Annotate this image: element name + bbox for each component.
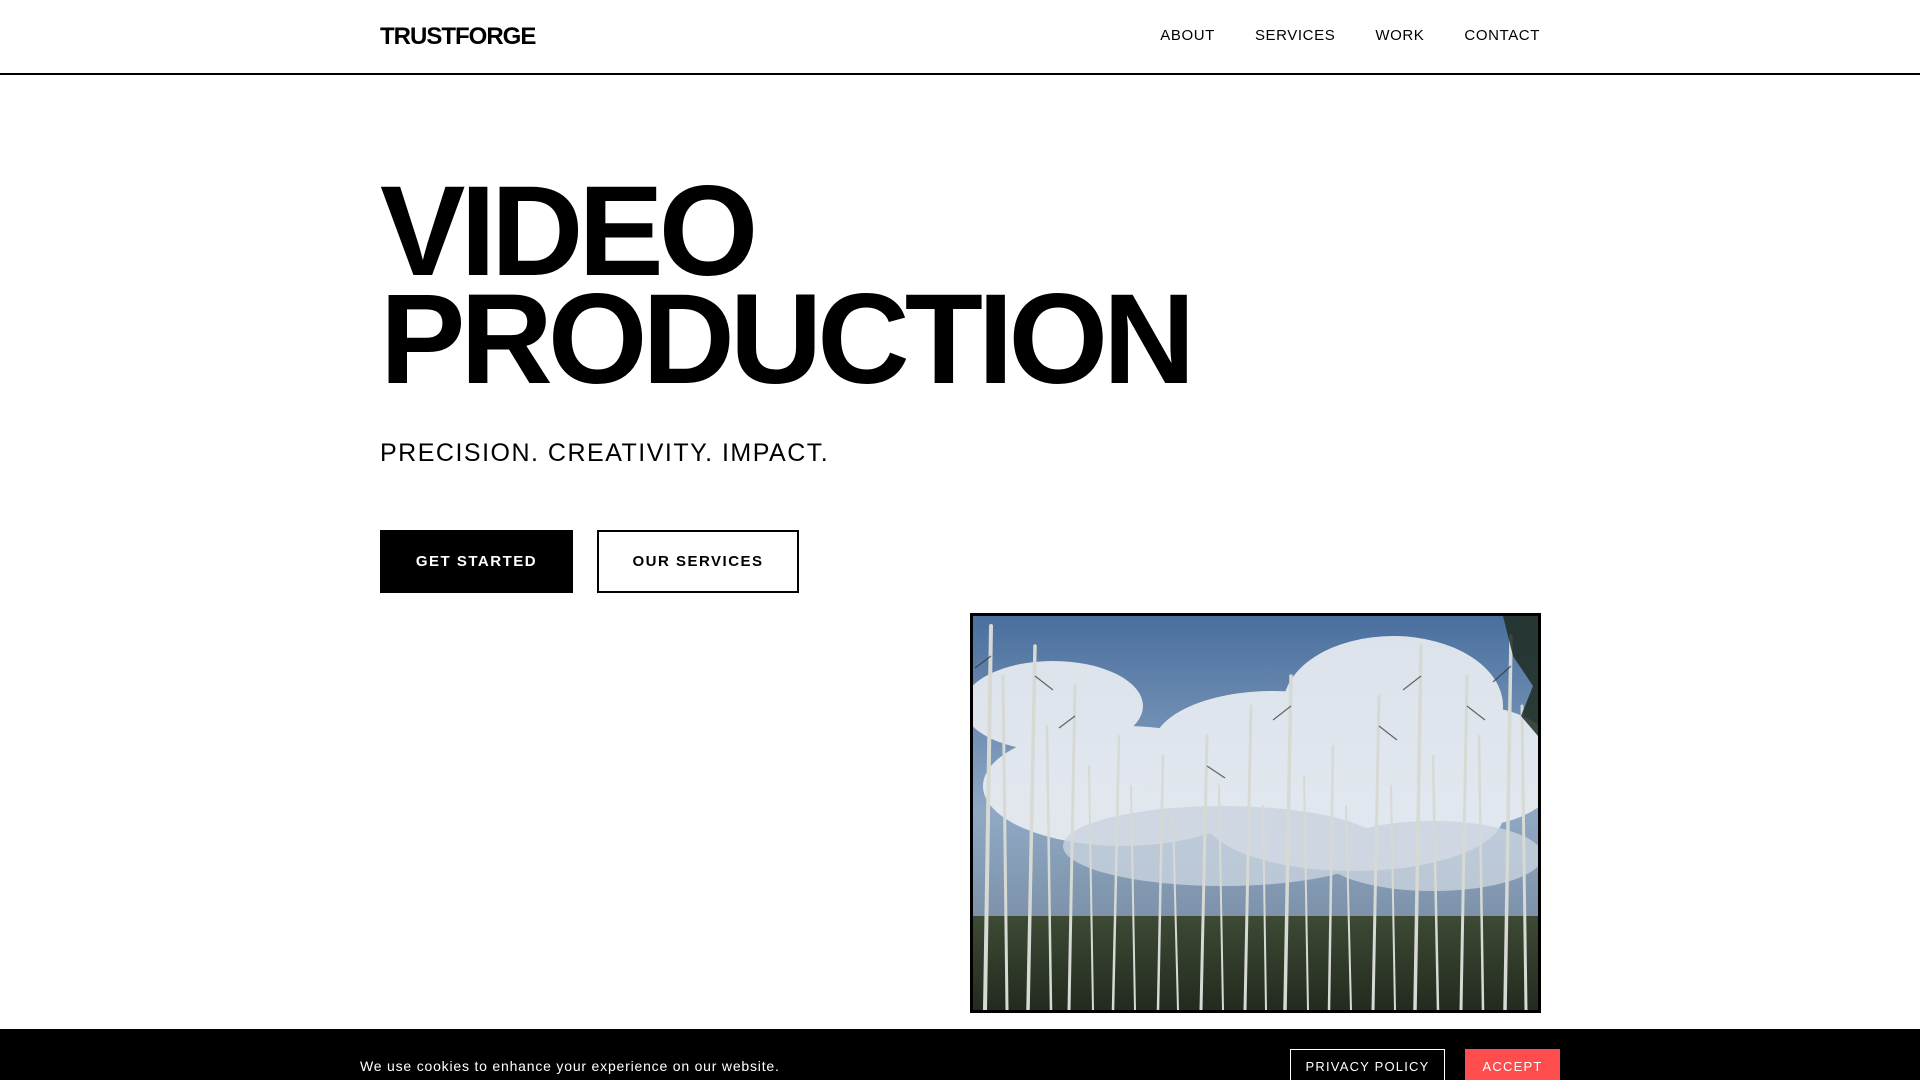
nav-link-contact[interactable]: CONTACT (1464, 26, 1540, 46)
hero-image (970, 613, 1541, 1013)
accept-cookies-button[interactable]: ACCEPT (1465, 1049, 1560, 1080)
privacy-policy-button[interactable]: PRIVACY POLICY (1290, 1049, 1445, 1080)
nav-links: ABOUT SERVICES WORK CONTACT (1160, 26, 1540, 46)
top-nav: TRUSTFORGE ABOUT SERVICES WORK CONTACT (0, 0, 1920, 75)
nav-link-about[interactable]: ABOUT (1160, 26, 1215, 46)
cookie-banner: We use cookies to enhance your experienc… (0, 1029, 1920, 1080)
hero-tagline: PRECISION. CREATIVITY. IMPACT. (380, 439, 830, 467)
hero-title: VIDEO PRODUCTION (380, 168, 1195, 411)
get-started-button[interactable]: GET STARTED (380, 530, 573, 593)
hero-title-line-2: PRODUCTION (380, 268, 1195, 411)
nav-link-work[interactable]: WORK (1375, 26, 1424, 46)
nav-link-services[interactable]: SERVICES (1255, 26, 1335, 46)
forest-photo (973, 616, 1538, 1010)
brand-logo[interactable]: TRUSTFORGE (380, 22, 536, 52)
our-services-button[interactable]: OUR SERVICES (597, 530, 799, 593)
cookie-message: We use cookies to enhance your experienc… (360, 1058, 780, 1074)
